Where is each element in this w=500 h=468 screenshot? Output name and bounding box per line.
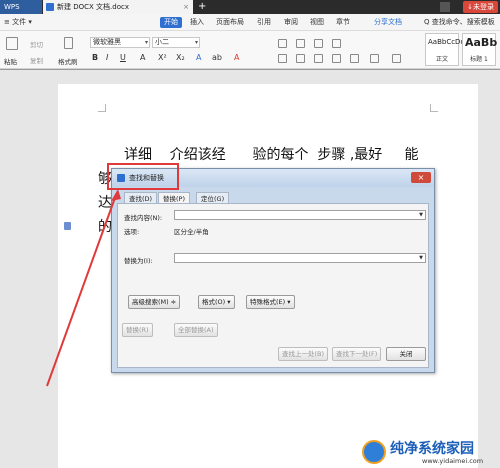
find-input[interactable]: ▼ [174, 210, 426, 220]
document-tab[interactable]: 新建 DOCX 文档.docx × [43, 0, 193, 14]
advanced-search-button[interactable]: 高级搜索(M) ≑ [128, 295, 181, 309]
margin-corner-mark [98, 104, 106, 112]
command-search[interactable]: Q 查找命令、搜索模板 [424, 14, 495, 31]
find-previous-button[interactable]: 查找上一处(B) [278, 347, 329, 361]
document-icon [46, 3, 54, 11]
menu-page-layout[interactable]: 页面布局 [216, 14, 244, 31]
style-name: 标题 1 [470, 56, 488, 63]
font-size-value: 小二 [155, 38, 169, 46]
menu-view[interactable]: 视图 [310, 14, 324, 31]
app-tab-label: WPS [4, 3, 20, 11]
find-label: 查找内容(N): [124, 214, 163, 222]
subscript-button[interactable]: X₂ [176, 53, 185, 62]
shading-icon[interactable] [392, 54, 401, 63]
chevron-down-icon: ▾ [144, 39, 148, 46]
chevron-down-icon: ▾ [194, 39, 198, 46]
indent-icon[interactable] [314, 39, 323, 48]
numbered-list-icon[interactable] [296, 39, 305, 48]
highlight-button[interactable]: ab [212, 53, 222, 62]
line-spacing-icon[interactable] [350, 54, 359, 63]
align-right-icon[interactable] [314, 54, 323, 63]
format-button[interactable]: 格式(O) ▾ [198, 295, 235, 309]
new-tab-button[interactable]: + [198, 0, 206, 14]
justify-icon[interactable] [332, 54, 341, 63]
document-text-line: 详细 介绍该经 验的每个 步骤 ,最好 能 [124, 147, 419, 163]
chevron-down-icon: ▼ [419, 212, 423, 218]
font-size-select[interactable]: 小二 ▾ [152, 37, 200, 48]
align-center-icon[interactable] [296, 54, 305, 63]
highlight-box [107, 163, 179, 190]
copy-button[interactable]: 复制 [30, 55, 43, 65]
title-bar: WPS 新建 DOCX 文档.docx × + ↓未登录 [0, 0, 500, 14]
font-name-value: 微软雅黑 [93, 38, 121, 46]
style-sample: AaBbCcDd [428, 38, 465, 46]
close-tab-icon[interactable]: × [183, 0, 189, 14]
style-name: 正文 [435, 56, 448, 63]
document-tab-label: 新建 DOCX 文档.docx [57, 3, 129, 11]
replace-label: 替换为(I): [124, 257, 153, 265]
document-text-line: 的 [98, 219, 112, 235]
options-label: 选项: [124, 228, 140, 236]
menu-home[interactable]: 开始 [160, 17, 182, 28]
margin-corner-mark [430, 104, 438, 112]
special-format-button[interactable]: 特殊格式(E) ▾ [246, 295, 295, 309]
style-normal[interactable]: AaBbCcDd 正文 [425, 33, 465, 66]
style-heading-1[interactable]: AaBb 标题 1 [462, 33, 498, 66]
bold-button[interactable]: B [92, 53, 98, 62]
font-name-select[interactable]: 微软雅黑 ▾ [90, 37, 150, 48]
font-color-button[interactable]: A [196, 53, 201, 62]
menu-section[interactable]: 章节 [336, 14, 350, 31]
style-sample: AaBb [465, 36, 498, 49]
watermark-url: www.yidaimei.com [422, 457, 484, 465]
cut-button[interactable]: 剪切 [30, 39, 43, 49]
replace-all-button[interactable]: 全部替换(A) [174, 323, 218, 337]
text-color-button[interactable]: A [234, 53, 239, 62]
italic-button[interactable]: I [106, 53, 108, 62]
share-document-button[interactable]: 分享文档 [374, 14, 402, 31]
bullet-list-icon[interactable] [278, 39, 287, 48]
menu-review[interactable]: 审阅 [284, 14, 298, 31]
replace-button[interactable]: 替换(R) [122, 323, 153, 337]
dialog-close-button[interactable]: × [411, 172, 431, 183]
menu-insert[interactable]: 插入 [190, 14, 204, 31]
menu-references[interactable]: 引用 [257, 14, 271, 31]
document-text-line: 达 [98, 195, 112, 211]
format-painter-icon[interactable] [64, 37, 73, 49]
format-painter-label: 格式刷 [58, 58, 78, 66]
underline-button[interactable]: U [120, 53, 126, 62]
app-tab[interactable]: WPS [0, 0, 42, 14]
align-left-icon[interactable] [278, 54, 287, 63]
borders-icon[interactable] [370, 54, 379, 63]
dialog-body: 查找内容(N): ▼ 选项: 区分全/半角 替换为(I): ▼ 高级搜索(M) … [117, 203, 429, 368]
logo-icon [362, 440, 386, 464]
find-replace-dialog: 查找和替换 × 查找(D) 替换(P) 定位(G) 查找内容(N): ▼ 选项:… [111, 168, 435, 373]
paragraph-marker-icon[interactable] [64, 222, 71, 230]
close-button[interactable]: 关闭 [386, 347, 426, 361]
sort-icon[interactable] [332, 39, 341, 48]
strikethrough-button[interactable]: A [140, 53, 145, 62]
watermark-title: 纯净系统家园 [390, 441, 474, 457]
login-button[interactable]: ↓未登录 [463, 1, 498, 13]
menu-file[interactable]: ≡ 文件 ▾ [4, 14, 32, 31]
replace-input[interactable]: ▼ [174, 253, 426, 263]
paste-label: 粘贴 [4, 58, 17, 66]
window-control-icon[interactable] [440, 2, 450, 12]
find-next-button[interactable]: 查找下一处(F) [332, 347, 382, 361]
options-value: 区分全/半角 [174, 228, 209, 236]
ribbon-toolbar: 粘贴 剪切 复制 格式刷 微软雅黑 ▾ 小二 ▾ B I U A X² X₂ A a… [0, 31, 500, 69]
chevron-down-icon: ▼ [419, 255, 423, 261]
menu-bar: ≡ 文件 ▾ 开始 插入 页面布局 引用 审阅 视图 章节 分享文档 Q 查找命… [0, 14, 500, 31]
superscript-button[interactable]: X² [158, 53, 167, 62]
site-watermark: 纯净系统家园 www.yidaimei.com [362, 436, 500, 468]
paste-icon[interactable] [6, 37, 18, 50]
